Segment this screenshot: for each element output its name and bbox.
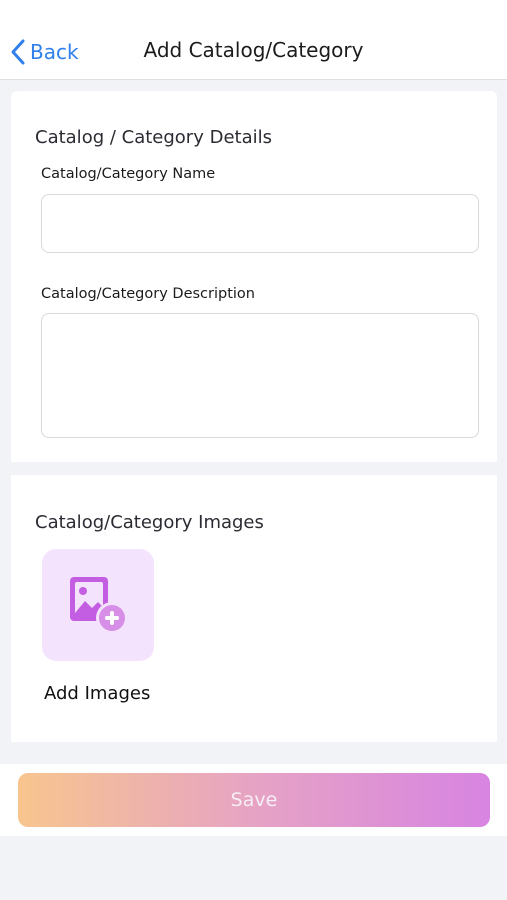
name-field-label: Catalog/Category Name — [41, 166, 216, 182]
save-button[interactable]: Save — [18, 773, 490, 827]
add-image-icon — [70, 577, 128, 634]
footer-bar: Save — [0, 764, 507, 836]
details-card: Catalog / Category Details Catalog/Categ… — [11, 91, 497, 462]
add-catalog-screen: Back Add Catalog/Category Catalog / Cate… — [0, 0, 507, 900]
details-section-title: Catalog / Category Details — [35, 127, 272, 148]
images-section-title: Catalog/Category Images — [35, 512, 264, 533]
description-field-label: Catalog/Category Description — [41, 286, 255, 302]
add-image-button[interactable] — [42, 549, 154, 661]
name-input[interactable] — [41, 194, 479, 253]
nav-header: Back Add Catalog/Category — [0, 0, 507, 80]
images-card: Catalog/Category Images Add Images — [11, 475, 497, 742]
page-title: Add Catalog/Category — [143, 38, 364, 62]
description-input[interactable] — [41, 313, 479, 438]
add-images-label: Add Images — [44, 683, 151, 704]
